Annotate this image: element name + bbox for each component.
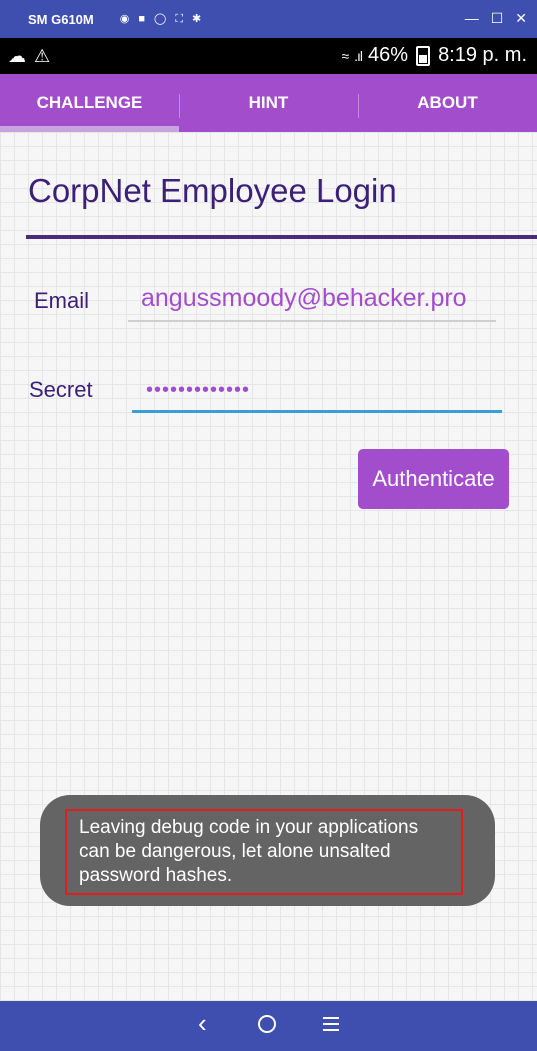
page-title: CorpNet Employee Login: [28, 172, 397, 209]
emulator-window-bar: SM G610M ◉ ■ ◯ ⛶ ✱ — ☐ ✕: [0, 0, 537, 38]
email-field[interactable]: angussmoody@behacker.pro: [128, 284, 496, 322]
camera-icon[interactable]: ◉: [120, 13, 130, 25]
tab-label: ABOUT: [417, 93, 478, 112]
settings-icon[interactable]: ✱: [192, 13, 201, 25]
close-icon[interactable]: ✕: [515, 10, 527, 27]
toast-text: Leaving debug code in your applications …: [65, 809, 463, 895]
cloud-icon: ☁: [8, 45, 26, 66]
clock: 8:19 p. m.: [438, 44, 527, 66]
main-content: CorpNet Employee Login Email angussmoody…: [0, 132, 537, 1001]
home-icon[interactable]: [258, 1015, 276, 1033]
signal-icon: .ıl: [354, 47, 363, 64]
tab-bar: CHALLENGE HINT ABOUT: [0, 74, 537, 132]
title-divider: [26, 235, 537, 239]
secret-field[interactable]: •••••••••••••: [132, 377, 502, 413]
authenticate-button[interactable]: Authenticate: [358, 449, 509, 509]
battery-percent: 46%: [368, 44, 409, 66]
window-toolbar: ◉ ■ ◯ ⛶ ✱: [120, 13, 202, 25]
tab-label: HINT: [248, 93, 289, 112]
back-icon[interactable]: ‹: [198, 1008, 207, 1039]
tab-about[interactable]: ABOUT: [358, 74, 537, 132]
toast-message: Leaving debug code in your applications …: [40, 795, 495, 906]
maximize-icon[interactable]: ☐: [491, 10, 504, 27]
minimize-icon[interactable]: —: [465, 10, 479, 27]
secret-label: Secret: [29, 377, 93, 402]
window-title: SM G610M: [28, 11, 94, 27]
video-icon[interactable]: ■: [138, 13, 145, 25]
warning-icon: ⚠: [34, 45, 51, 66]
tab-challenge[interactable]: CHALLENGE: [0, 74, 179, 132]
email-label: Email: [34, 288, 90, 313]
battery-icon: [416, 45, 431, 66]
tab-hint[interactable]: HINT: [179, 74, 358, 132]
menu-icon[interactable]: [323, 1017, 339, 1035]
window-controls: — ☐ ✕: [465, 10, 527, 27]
android-nav-bar: ‹: [0, 1001, 537, 1051]
fullscreen-icon[interactable]: ⛶: [175, 13, 183, 25]
tab-label: CHALLENGE: [36, 93, 143, 112]
wifi-icon: ≈: [341, 47, 349, 64]
headset-icon[interactable]: ◯: [154, 13, 166, 25]
android-status-bar: ☁ ⚠ ≈ .ıl 46% 8:19 p. m.: [0, 38, 537, 74]
